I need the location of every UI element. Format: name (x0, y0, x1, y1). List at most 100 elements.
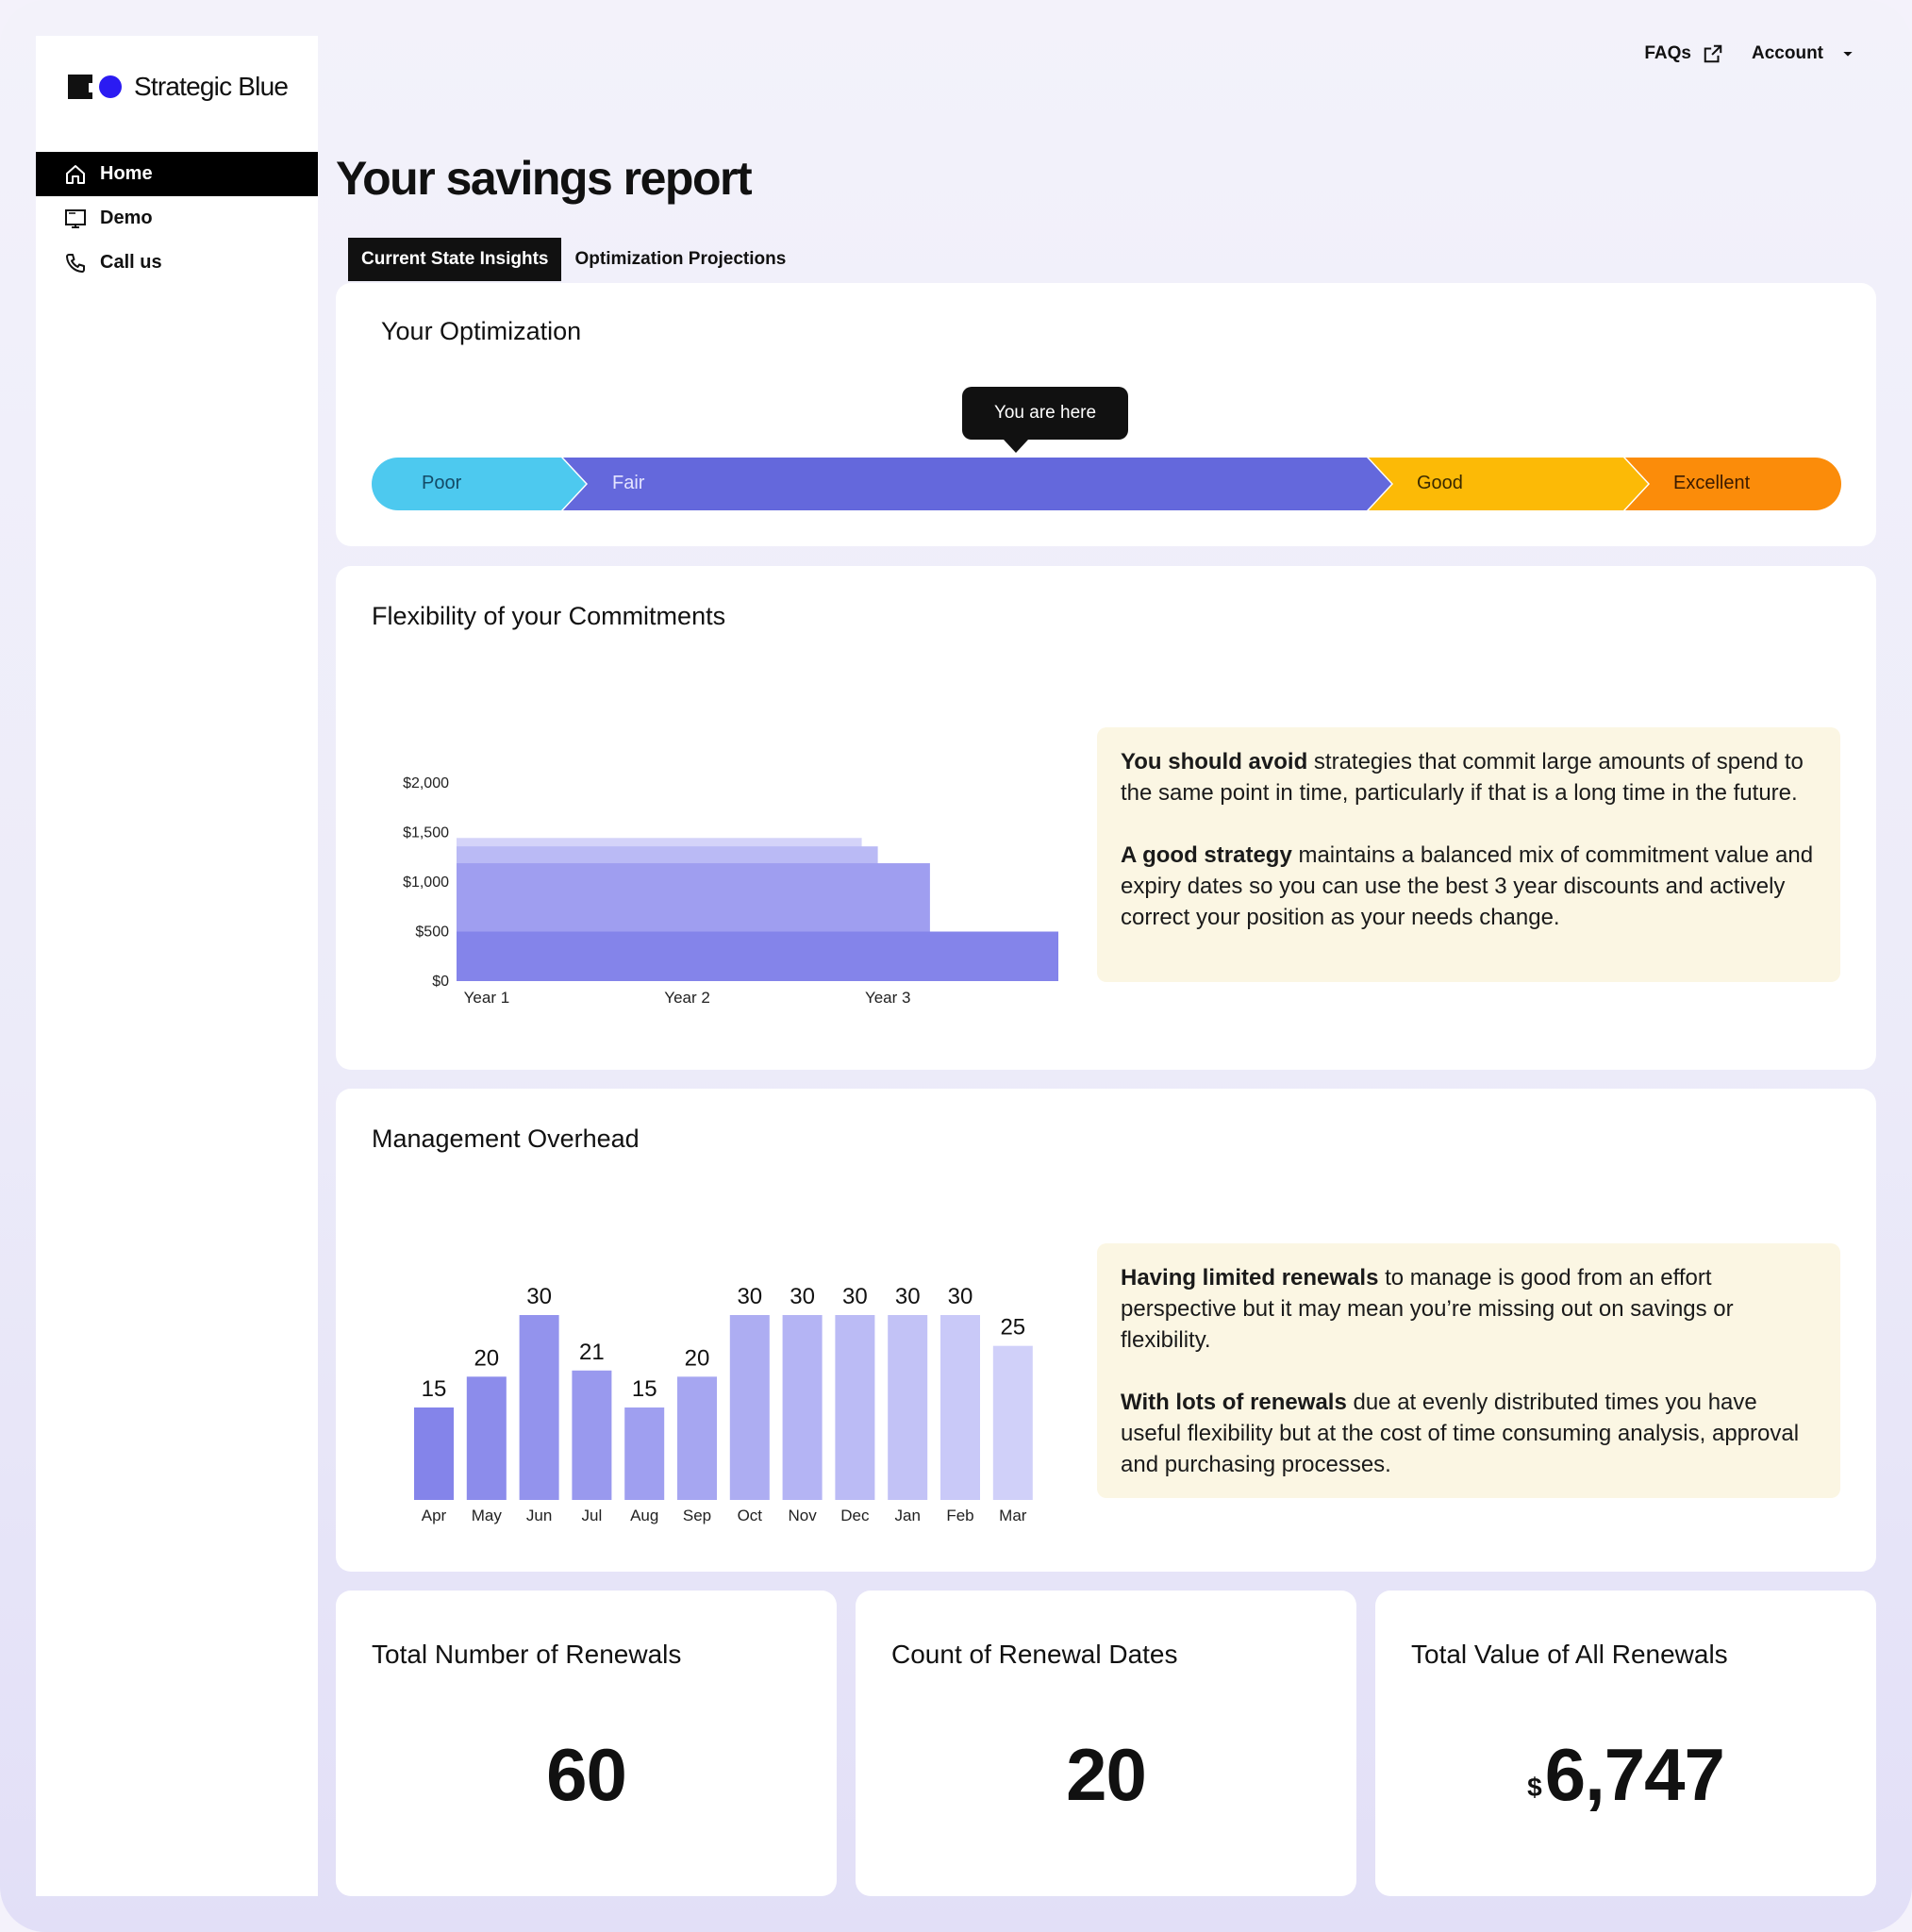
data-label: 15 (632, 1376, 657, 1402)
bar-nov (782, 1315, 823, 1500)
x-tick-label: Jan (894, 1507, 920, 1524)
stat-title: Count of Renewal Dates (891, 1640, 1178, 1669)
phone-icon (66, 253, 85, 273)
sidebar-item-label: Call us (100, 252, 162, 273)
chevron-down-icon (1843, 52, 1853, 57)
app-frame: Strategic Blue Home Demo Call us FAQs Ac… (0, 0, 1912, 1932)
bar-jun (519, 1315, 559, 1500)
y-tick-label: $0 (432, 974, 449, 990)
brand-logo[interactable]: Strategic Blue (68, 58, 289, 115)
data-label: 20 (685, 1345, 710, 1371)
tooltip-arrow (1004, 440, 1028, 453)
x-tick-label: Dec (840, 1507, 870, 1524)
currency-symbol: $ (1527, 1773, 1542, 1802)
x-tick-label: Year 2 (664, 989, 710, 1007)
x-tick-label: Year 3 (865, 989, 911, 1007)
flexibility-card: Flexibility of your Commitments $0 $500 $1… (336, 566, 1876, 1070)
sidebar-item-label: Home (100, 163, 153, 184)
stat-number: 6,747 (1544, 1733, 1725, 1816)
data-label: 21 (579, 1340, 605, 1365)
scale-label-good: Good (1417, 473, 1463, 493)
overhead-chart: 15 Apr 20 May 30 Jun 21 Jul 15 Aug 20 Sep 30 Oct 30 Nov… (414, 1284, 1033, 1524)
tab-optimization-projections[interactable]: Optimization Projections (561, 238, 799, 281)
data-label: 20 (474, 1345, 499, 1371)
account-menu[interactable]: Account (1752, 43, 1855, 64)
info-paragraph: You should avoid strategies that commit … (1121, 746, 1817, 808)
bar-mar (992, 1345, 1033, 1500)
data-label: 30 (526, 1284, 552, 1309)
sidebar-item-call-us[interactable]: Call us (36, 241, 318, 285)
sidebar-nav: Home Demo Call us (36, 152, 318, 285)
page-title: Your savings report (336, 152, 753, 205)
x-tick-label: Jul (582, 1507, 603, 1524)
data-label: 30 (948, 1284, 973, 1309)
faqs-label: FAQs (1644, 43, 1691, 63)
data-label: 30 (842, 1284, 868, 1309)
scale-label-poor: Poor (422, 473, 462, 493)
info-paragraph: A good strategy maintains a balanced mix… (1121, 840, 1817, 933)
flexibility-info-box: You should avoid strategies that commit … (1097, 727, 1840, 982)
x-tick-label: Mar (999, 1507, 1027, 1524)
info-bold: A good strategy (1121, 842, 1292, 868)
flexibility-title: Flexibility of your Commitments (372, 602, 726, 630)
bar-apr (414, 1407, 454, 1500)
x-tick-label: Aug (630, 1507, 658, 1524)
scale-segment-good (1369, 458, 1648, 510)
scale-segment-fair (563, 458, 1391, 510)
data-label: 25 (1000, 1315, 1025, 1341)
x-tick-label: Year 1 (464, 989, 510, 1007)
sidebar-item-demo[interactable]: Demo (36, 196, 318, 241)
info-bold: You should avoid (1121, 749, 1308, 774)
y-tick-label: $1,000 (403, 874, 449, 891)
bar-jan (888, 1315, 928, 1500)
info-bold: Having limited renewals (1121, 1265, 1379, 1291)
sidebar-item-home[interactable]: Home (36, 152, 318, 196)
stat-number: 60 (546, 1733, 627, 1816)
brand-name: Strategic Blue (134, 72, 289, 101)
sidebar: Strategic Blue Home Demo Call us (36, 36, 318, 1896)
flexibility-chart: $0 $500 $1,000 $1,500 $2,000 Year 1 Year 2 Year… (403, 775, 1058, 1007)
bar-may (466, 1376, 507, 1500)
monitor-icon (65, 208, 86, 228)
bar-aug (624, 1407, 665, 1500)
bar-sep (677, 1376, 717, 1500)
stat-title: Total Value of All Renewals (1411, 1640, 1728, 1669)
x-tick-label: Nov (788, 1507, 817, 1524)
external-link-icon (1704, 44, 1722, 63)
scale-segment-poor (372, 458, 586, 510)
x-tick-label: Jun (526, 1507, 552, 1524)
x-tick-label: Sep (683, 1507, 711, 1524)
tab-current-state-insights[interactable]: Current State Insights (348, 238, 562, 281)
commitment-band (457, 931, 1058, 981)
scale-label-fair: Fair (612, 473, 645, 493)
x-tick-label: Apr (422, 1507, 447, 1524)
stat-title: Total Number of Renewals (372, 1640, 682, 1669)
stat-card-total-value: Total Value of All Renewals $6,747 (1375, 1591, 1876, 1896)
overhead-title: Management Overhead (372, 1124, 640, 1153)
scale-label-excellent: Excellent (1673, 473, 1751, 493)
report-tabs: Current State Insights Optimization Proj… (348, 238, 799, 281)
optimization-title: Your Optimization (381, 317, 582, 345)
y-tick-label: $1,500 (403, 825, 449, 841)
bar-oct (729, 1315, 770, 1500)
account-label: Account (1752, 43, 1823, 63)
x-tick-label: Oct (738, 1507, 763, 1524)
stat-value: 60 (336, 1732, 837, 1818)
info-paragraph: Having limited renewals to manage is goo… (1121, 1262, 1817, 1356)
info-paragraph: With lots of renewals due at evenly dist… (1121, 1387, 1817, 1480)
info-bold: With lots of renewals (1121, 1390, 1347, 1415)
sidebar-item-label: Demo (100, 208, 153, 228)
optimization-scale: Poor Fair Good Excellent (372, 458, 1841, 510)
stat-card-renewal-dates: Count of Renewal Dates 20 (856, 1591, 1356, 1896)
you-are-here-tooltip: You are here (962, 387, 1128, 440)
bar-dec (835, 1315, 875, 1500)
stat-value: $6,747 (1375, 1732, 1876, 1818)
x-tick-label: Feb (946, 1507, 973, 1524)
data-label: 30 (790, 1284, 815, 1309)
x-tick-label: May (472, 1507, 503, 1524)
overhead-card: Management Overhead 15 Apr 20 May 30 Jun 21 Jul… (336, 1089, 1876, 1572)
bar-feb (940, 1315, 980, 1500)
faqs-link[interactable]: FAQs (1644, 43, 1723, 64)
stat-card-total-renewals: Total Number of Renewals 60 (336, 1591, 837, 1896)
data-label: 30 (737, 1284, 762, 1309)
